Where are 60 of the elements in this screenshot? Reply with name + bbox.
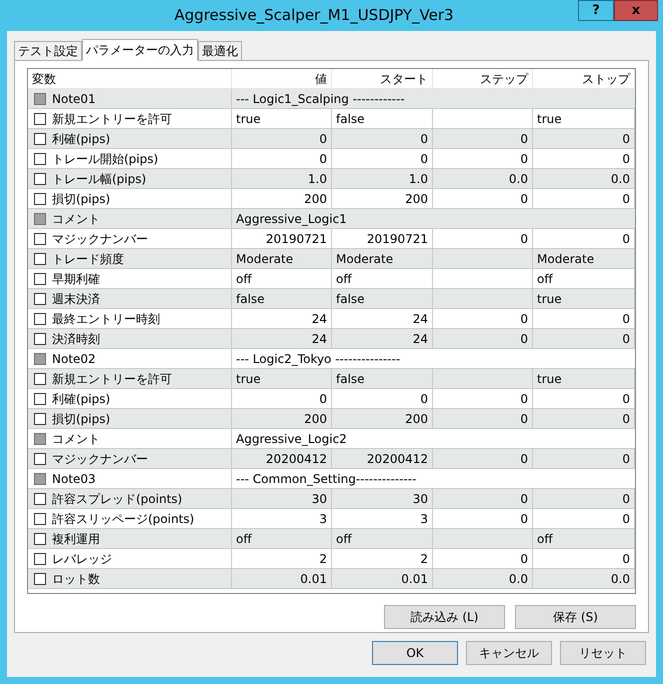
table-cell: 0.01 [232, 569, 332, 589]
dialog-button[interactable]: OK [372, 641, 458, 665]
parameter-name: 許容スプレッド(points) [52, 490, 182, 508]
checkbox[interactable] [34, 332, 46, 344]
checkbox[interactable] [34, 372, 46, 384]
parameter-name: 損切(pips) [52, 410, 110, 428]
checkbox[interactable] [34, 272, 46, 284]
tab[interactable]: テスト設定 [14, 41, 82, 60]
parameter-name: Note01 [52, 90, 96, 108]
parameter-name: 損切(pips) [52, 190, 110, 208]
tab[interactable]: パラメーターの入力 [82, 39, 198, 61]
window-title: Aggressive_Scalper_M1_USDJPY_Ver3 [173, 5, 455, 26]
parameter-name: コメント [52, 210, 100, 228]
parameter-name: 利確(pips) [52, 390, 110, 408]
parameter-name: レバレッジ [52, 550, 112, 568]
tab[interactable]: 最適化 [198, 41, 242, 60]
checkbox[interactable] [34, 232, 46, 244]
parameter-name: 最終エントリー時刻 [52, 310, 160, 328]
parameter-name: マジックナンバー [52, 230, 148, 248]
checkbox[interactable] [34, 252, 46, 264]
checkbox[interactable] [34, 492, 46, 504]
parameter-name: ロット数 [52, 570, 100, 588]
checkbox[interactable] [34, 412, 46, 424]
checkbox[interactable] [34, 452, 46, 464]
parameter-name: 新規エントリーを許可 [52, 110, 172, 128]
panel-button[interactable]: 読み込み (L) [384, 605, 505, 629]
checkbox[interactable] [34, 192, 46, 204]
table-cell: 0.0 [433, 569, 533, 589]
checkbox[interactable] [34, 112, 46, 124]
parameter-name: Note02 [52, 350, 96, 368]
checkbox[interactable] [34, 132, 46, 144]
help-button[interactable]: ? [578, 0, 614, 21]
checkbox[interactable] [34, 152, 46, 164]
checkbox[interactable] [34, 172, 46, 184]
parameter-name: 複利運用 [52, 530, 100, 548]
parameter-name: 利確(pips) [52, 130, 110, 148]
parameter-name: Note03 [52, 470, 96, 488]
checkbox[interactable] [34, 572, 46, 584]
parameter-name: トレール開始(pips) [52, 150, 158, 168]
dialog-button[interactable]: キャンセル [466, 641, 552, 665]
checkbox[interactable] [34, 512, 46, 524]
parameter-name: 決済時刻 [52, 330, 100, 348]
checkbox[interactable] [34, 552, 46, 564]
panel-button[interactable]: 保存 (S) [515, 605, 636, 629]
parameter-name: 許容スリッページ(points) [52, 510, 194, 528]
parameter-name: トレード頻度 [52, 250, 124, 268]
checkbox[interactable] [34, 532, 46, 544]
parameter-name: 早期利確 [52, 270, 100, 288]
close-button[interactable]: x [614, 0, 658, 21]
checkbox[interactable] [34, 292, 46, 304]
parameter-name: マジックナンバー [52, 450, 148, 468]
parameter-name: トレール幅(pips) [52, 170, 146, 188]
table-cell: 0.0 [533, 569, 635, 589]
checkbox[interactable] [34, 392, 46, 404]
table-cell: 0.01 [332, 569, 433, 589]
parameter-name: コメント [52, 430, 100, 448]
dialog-button[interactable]: リセット [560, 641, 646, 665]
checkbox[interactable] [34, 312, 46, 324]
parameter-name: 週末決済 [52, 290, 100, 308]
parameter-name: 新規エントリーを許可 [52, 370, 172, 388]
